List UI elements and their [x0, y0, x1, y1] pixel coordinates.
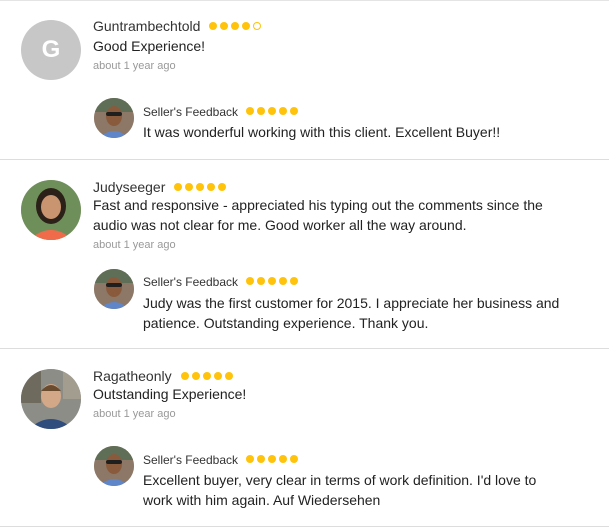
reviewer-name-line: Guntrambechtold	[93, 16, 264, 35]
star-icon	[257, 107, 266, 115]
reviewer-photo-icon	[21, 180, 81, 240]
star-icon	[191, 372, 200, 380]
star-icon	[279, 107, 288, 115]
review-item: Judyseeger Fast and responsive - appreci…	[0, 160, 609, 349]
seller-feedback-line: Seller's Feedback	[143, 451, 301, 468]
star-icon	[290, 277, 299, 285]
review-item: G Guntrambechtold Good Experience! about…	[0, 0, 609, 160]
star-icon	[213, 372, 222, 380]
star-icon	[246, 455, 255, 463]
star-icon	[246, 107, 255, 115]
star-icon	[257, 277, 266, 285]
star-icon	[224, 372, 233, 380]
seller-feedback-comment: It was wonderful working with this clien…	[143, 124, 501, 140]
seller-feedback-line: Seller's Feedback	[143, 273, 301, 290]
seller-feedback-line: Seller's Feedback	[143, 103, 301, 120]
seller-avatar	[94, 269, 134, 309]
seller-feedback-label: Seller's Feedback	[143, 453, 239, 467]
seller-feedback-label: Seller's Feedback	[143, 275, 239, 289]
star-icon	[268, 107, 277, 115]
reviewer-name[interactable]: Ragatheonly	[93, 368, 172, 384]
star-icon	[207, 183, 216, 191]
reviewer-name[interactable]: Guntrambechtold	[93, 18, 200, 34]
seller-photo-icon	[94, 269, 134, 309]
star-icon	[202, 372, 211, 380]
star-icon	[279, 455, 288, 463]
star-icon	[290, 107, 299, 115]
review-time: about 1 year ago	[93, 239, 176, 251]
reviewer-rating	[180, 366, 236, 384]
reviewer-name[interactable]: Judyseeger	[93, 179, 165, 195]
reviewer-name-line: Ragatheonly	[93, 366, 236, 385]
reviewer-avatar[interactable]: G	[21, 20, 81, 80]
seller-feedback-label: Seller's Feedback	[143, 105, 239, 119]
review-item: Ragatheonly Outstanding Experience! abou…	[0, 349, 609, 527]
star-icon	[279, 277, 288, 285]
review-time: about 1 year ago	[93, 408, 176, 420]
reviews-list: G Guntrambechtold Good Experience! about…	[0, 0, 609, 527]
star-icon	[209, 22, 218, 30]
reviewer-avatar[interactable]	[21, 369, 81, 429]
star-icon	[257, 455, 266, 463]
seller-avatar	[94, 98, 134, 138]
star-icon	[180, 372, 189, 380]
star-icon	[185, 183, 194, 191]
star-icon	[242, 22, 251, 30]
star-icon	[268, 277, 277, 285]
reviewer-photo-icon	[21, 369, 81, 429]
seller-avatar	[94, 446, 134, 486]
reviewer-avatar[interactable]	[21, 180, 81, 240]
seller-photo-icon	[94, 98, 134, 138]
star-icon	[196, 183, 205, 191]
seller-photo-icon	[94, 446, 134, 486]
star-icon	[246, 277, 255, 285]
seller-feedback-comment: Excellent buyer, very clear in terms of …	[143, 472, 537, 508]
star-icon	[220, 22, 229, 30]
review-time: about 1 year ago	[93, 60, 176, 72]
avatar-initial: G	[41, 36, 61, 63]
review-comment: Good Experience!	[93, 38, 206, 54]
seller-rating	[246, 273, 301, 289]
seller-rating	[246, 451, 301, 467]
reviewer-rating	[174, 177, 229, 195]
star-icon	[231, 22, 240, 30]
star-icon	[253, 22, 262, 30]
reviewer-name-line: Judyseeger	[93, 177, 229, 196]
seller-rating	[246, 103, 301, 119]
star-icon	[290, 455, 299, 463]
review-comment: Outstanding Experience!	[93, 386, 247, 402]
star-icon	[218, 183, 227, 191]
review-comment: Fast and responsive - appreciated his ty…	[93, 197, 543, 233]
star-icon	[268, 455, 277, 463]
star-icon	[174, 183, 183, 191]
reviewer-rating	[209, 16, 264, 34]
seller-feedback-comment: Judy was the first customer for 2015. I …	[143, 295, 560, 331]
